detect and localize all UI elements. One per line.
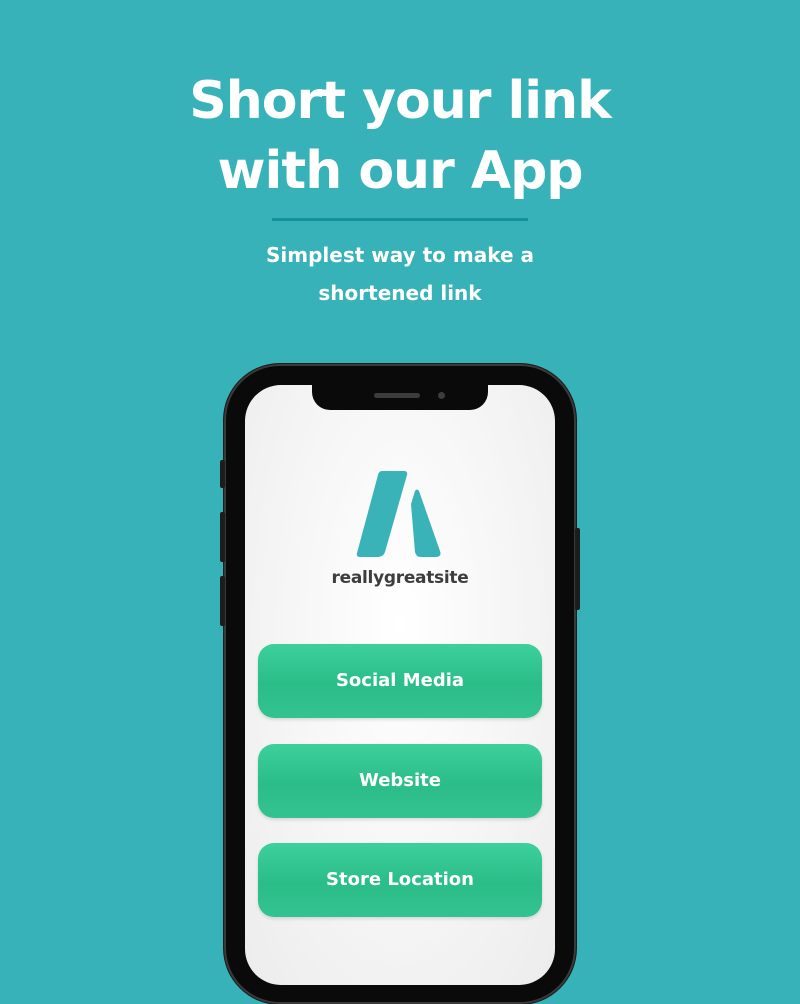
headline-line-1: Short your link [189,71,611,131]
a-shape-logo-icon [356,471,441,557]
headline: Short your link with our App [0,66,800,206]
brand-name: reallygreatsite [331,568,469,588]
headline-divider [272,218,528,221]
phone-volume-down-button [220,576,225,626]
subtitle: Simplest way to make a shortened link [0,236,800,312]
social-media-button[interactable]: Social Media [258,644,542,718]
subtitle-line-1: Simplest way to make a [265,243,534,267]
phone-power-button [575,528,580,610]
headline-line-2: with our App [217,141,583,201]
phone-mockup: reallygreatsite Social Media Website Sto… [220,364,580,1004]
subtitle-line-2: shortened link [318,281,482,305]
phone-notch [312,385,488,410]
store-location-button[interactable]: Store Location [258,843,542,917]
phone-volume-up-button [220,512,225,562]
phone-mute-switch [220,460,225,488]
front-camera [438,392,445,399]
speaker-grille [374,393,420,398]
website-button[interactable]: Website [258,744,542,818]
phone-screen: reallygreatsite Social Media Website Sto… [245,385,555,985]
